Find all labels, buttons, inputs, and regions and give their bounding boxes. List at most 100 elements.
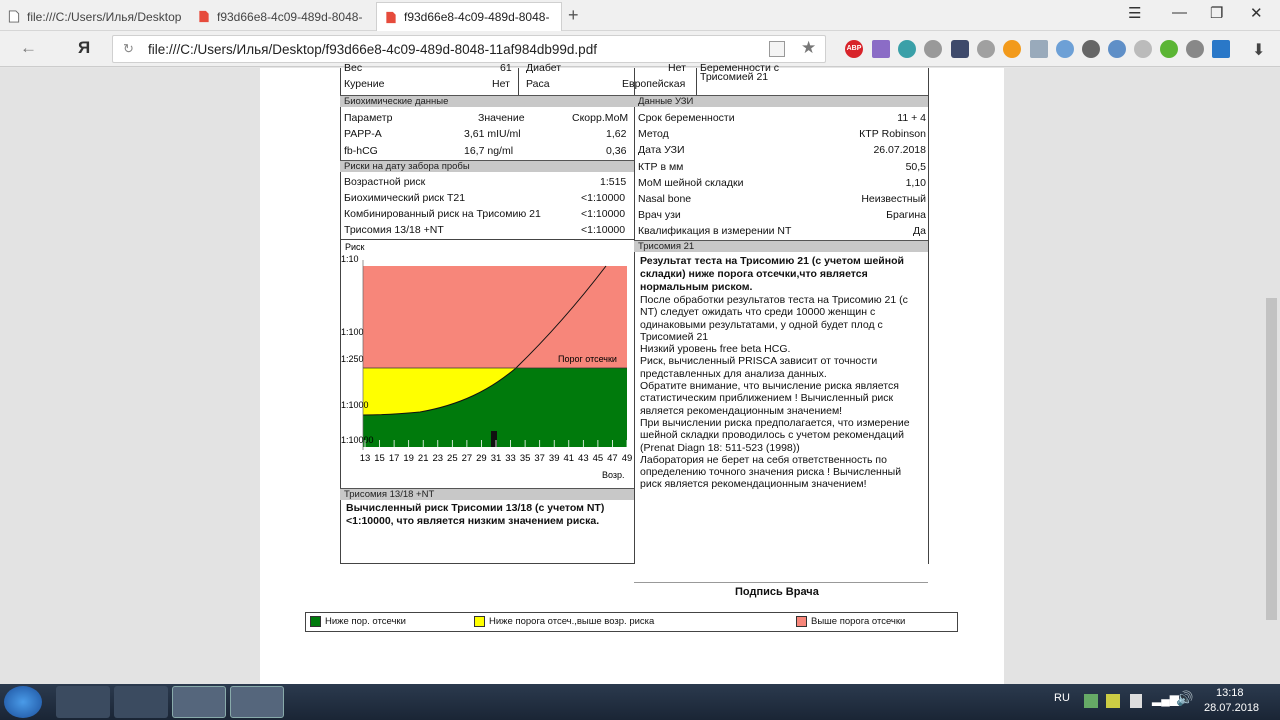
- t21-text-line: Риск, вычисленный PRISCA зависит от точн…: [640, 355, 878, 368]
- ultrasound-row-value: 26.07.2018: [873, 144, 926, 157]
- age-risk-value: 1:515: [600, 176, 627, 188]
- tab-title: f93d66e8-4c09-489d-8048-: [217, 9, 363, 24]
- t1318-risk-value: <1:10000: [581, 224, 626, 236]
- pappa-mom: 1,62: [606, 128, 627, 140]
- t1318-result-line1: Вычисленный риск Трисомии 13/18 (с учето…: [346, 502, 605, 514]
- x-tick-label: 21: [418, 453, 429, 464]
- race-label: Раса: [526, 78, 550, 90]
- x-tick-label: 19: [403, 453, 414, 464]
- pen-extension-icon[interactable]: [872, 40, 890, 58]
- explorer-taskbar-icon[interactable]: [114, 686, 168, 718]
- tray-icon[interactable]: [1130, 694, 1142, 708]
- ultrasound-row-label: Срок беременности: [638, 112, 735, 124]
- yandex-logo[interactable]: Я: [78, 38, 90, 58]
- previous-pregnancy-value: Трисомией 21: [700, 71, 769, 83]
- x-tick-label: 15: [374, 453, 385, 464]
- t21-text-line: При вычислении риска предполагается, что…: [640, 416, 910, 429]
- ultrasound-row-label: Nasal bone: [638, 193, 692, 205]
- t21-result-bold: Результат теста на Трисомию 21 (с учетом…: [640, 255, 926, 294]
- tray-icon[interactable]: [1084, 694, 1098, 708]
- doctor-signature: Подпись Врача: [735, 586, 819, 598]
- shield-extension-icon[interactable]: [1134, 40, 1152, 58]
- tab-pdf-1[interactable]: f93d66e8-4c09-489d-8048-: [190, 2, 372, 31]
- y-tick-label: 1:10000: [341, 435, 374, 445]
- reload-icon[interactable]: ↻: [123, 41, 134, 57]
- new-tab-button[interactable]: +: [568, 5, 579, 26]
- y-tick-label: 1:10: [341, 254, 359, 264]
- weight-label: Вес: [344, 62, 363, 74]
- legend-red: Выше порога отсечки: [796, 616, 905, 627]
- t21-text-line: После обработки результатов теста на Три…: [640, 294, 908, 306]
- clock-time[interactable]: 13:18: [1216, 687, 1244, 699]
- clock-date[interactable]: 28.07.2018: [1204, 702, 1259, 714]
- t21-text-line: является рекомендационным значением!: [640, 404, 843, 417]
- weather-extension-icon[interactable]: [1056, 40, 1074, 58]
- t21-text-line: Лаборатория не берет на себя ответственн…: [640, 453, 887, 466]
- yandex-taskbar-icon[interactable]: [230, 686, 284, 718]
- bookmark-star-icon[interactable]: ★: [801, 38, 816, 58]
- pdf-icon: [199, 10, 209, 23]
- t21-text-line: Низкий уровень free beta HCG.: [640, 343, 791, 356]
- pappa-value: 3,61 mIU/ml: [464, 128, 521, 140]
- cutoff-label: Порог отсечки: [558, 354, 617, 364]
- minimize-icon[interactable]: —: [1172, 4, 1187, 21]
- reel-extension-icon[interactable]: [977, 40, 995, 58]
- ultrasound-row-value: 50,5: [905, 160, 926, 173]
- diabetes-label: Диабет: [526, 62, 562, 74]
- legend-green: Ниже пор. отсечки: [310, 616, 406, 627]
- reader-mode-icon[interactable]: [769, 41, 785, 57]
- x-tick-label: 49: [622, 453, 633, 464]
- restore-icon[interactable]: ❐: [1210, 4, 1223, 22]
- tray-icon[interactable]: [1106, 694, 1120, 708]
- start-button[interactable]: [4, 686, 42, 718]
- triangle-extension-icon[interactable]: [898, 40, 916, 58]
- ultrasound-row-value: Неизвестный: [861, 193, 926, 205]
- mail-extension-icon[interactable]: [1030, 40, 1048, 58]
- y-tick-label: 1:100: [341, 327, 364, 337]
- dots-extension-icon[interactable]: [951, 40, 969, 58]
- network-icon[interactable]: ▂▄▆: [1152, 692, 1179, 706]
- tab-pdf-2[interactable]: f93d66e8-4c09-489d-8048-: [376, 2, 562, 31]
- menu-icon[interactable]: ☰: [1128, 4, 1141, 22]
- taskbar: RU ▂▄▆ 🔊 13:18 28.07.2018: [0, 684, 1280, 720]
- volume-icon[interactable]: 🔊: [1176, 690, 1193, 707]
- combined-risk-label: Комбинированный риск на Трисомию 21: [344, 208, 541, 220]
- media-player-taskbar-icon[interactable]: [56, 686, 110, 718]
- mom-col-header: Скорр.МоМ: [572, 112, 629, 124]
- bulb-extension-icon[interactable]: [924, 40, 942, 58]
- x-tick-label: 27: [462, 453, 473, 464]
- t21-text-line: риск является рекомендационным значением…: [640, 478, 867, 491]
- t1318-result-line2: <1:10000, что является низким значением …: [346, 515, 600, 527]
- pdf-page: Вес 61 Диабет Нет Беременности с Курение…: [260, 62, 1004, 684]
- t21-text-line: NT) следует ожидать что среди 10000 женщ…: [640, 306, 876, 319]
- close-icon[interactable]: ✕: [1250, 4, 1263, 22]
- tab-title: f93d66e8-4c09-489d-8048-: [404, 10, 550, 24]
- chrome-taskbar-icon[interactable]: [172, 686, 226, 718]
- scrollbar-thumb[interactable]: [1266, 298, 1277, 620]
- x-tick-label: 37: [534, 453, 545, 464]
- ultrasound-header: Данные УЗИ: [634, 95, 928, 107]
- document-icon: [8, 10, 20, 23]
- adblock-icon[interactable]: ABP: [845, 40, 863, 58]
- cloud-extension-icon[interactable]: [1108, 40, 1126, 58]
- x-tick-label: 47: [607, 453, 618, 464]
- risk-chart: Риск Порог отсечки 1:10 1:100 1:250 1:1000 1…: [341, 242, 633, 480]
- tab-desktop[interactable]: file:///C:/Users/Илья/Desktop: [0, 2, 186, 31]
- x-tick-label: 29: [476, 453, 487, 464]
- back-arrow-icon[interactable]: ←: [20, 38, 37, 58]
- news-extension-icon[interactable]: [1212, 40, 1230, 58]
- diabetes-value: Нет: [668, 62, 686, 74]
- risks-header: Риски на дату забора пробы: [340, 160, 634, 172]
- t21-text-line: Трисомией 21: [640, 330, 709, 343]
- download-extension-icon[interactable]: [1160, 40, 1178, 58]
- ultrasound-row-label: Квалификация в измерении NT: [638, 225, 792, 238]
- tab-bar: file:///C:/Users/Илья/Desktop f93d66e8-4…: [0, 0, 1280, 31]
- owl-extension-icon[interactable]: [1186, 40, 1204, 58]
- disc-extension-icon[interactable]: [1082, 40, 1100, 58]
- ok-extension-icon[interactable]: [1003, 40, 1021, 58]
- url-field[interactable]: ↻ file:///C:/Users/Илья/Desktop/f93d66e8…: [112, 35, 826, 63]
- smoking-label: Курение: [344, 78, 385, 90]
- language-indicator[interactable]: RU: [1054, 692, 1070, 704]
- hcg-mom: 0,36: [606, 145, 627, 157]
- downloads-icon[interactable]: ⬇: [1252, 40, 1265, 60]
